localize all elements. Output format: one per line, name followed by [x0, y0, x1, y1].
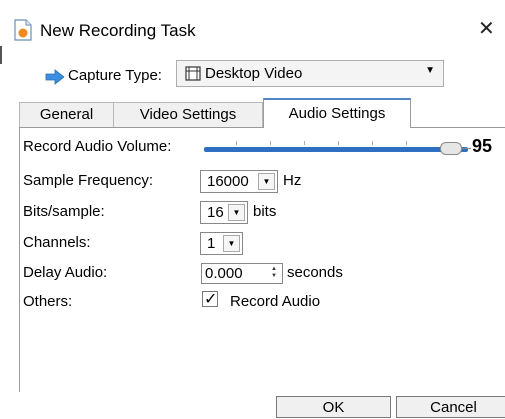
channels-label: Channels:: [23, 234, 91, 251]
record-audio-volume-label: Record Audio Volume:: [23, 138, 172, 155]
slider-tick: [270, 141, 271, 145]
cancel-button[interactable]: Cancel: [396, 396, 505, 418]
audio-settings-panel: [19, 127, 505, 392]
channels-select[interactable]: 1 ▼: [200, 232, 243, 255]
slider-end-line: [462, 148, 471, 149]
slider-tick: [236, 141, 237, 145]
bits-sample-value: 16: [207, 204, 224, 221]
delay-audio-unit: seconds: [287, 264, 343, 281]
volume-slider-track[interactable]: [204, 147, 468, 152]
others-label: Others:: [23, 293, 73, 310]
ok-button[interactable]: OK: [276, 396, 391, 418]
chevron-down-icon: ▼: [258, 173, 275, 190]
record-audio-label[interactable]: Record Audio: [230, 293, 320, 310]
recording-app-icon: [14, 19, 32, 41]
tab-general[interactable]: General: [19, 102, 114, 127]
sample-frequency-label: Sample Frequency:: [23, 172, 154, 189]
tab-video-settings[interactable]: Video Settings: [113, 102, 263, 127]
window-title: New Recording Task: [40, 21, 196, 40]
spinner-arrows-icon[interactable]: ▲ ▼: [268, 266, 280, 281]
slider-tick: [304, 141, 305, 145]
slider-tick: [338, 141, 339, 145]
sample-frequency-unit: Hz: [283, 172, 302, 189]
capture-type-label: Capture Type:: [68, 67, 162, 84]
chevron-down-icon: ▼: [228, 204, 245, 221]
arrow-right-icon: [45, 69, 65, 85]
window-edge-marker: [0, 46, 2, 64]
close-icon[interactable]: ✕: [478, 19, 495, 39]
slider-tick: [372, 141, 373, 145]
capture-type-select[interactable]: Desktop Video ▼: [176, 60, 444, 87]
volume-value: 95: [472, 136, 493, 156]
channels-value: 1: [207, 235, 216, 252]
chevron-down-icon: ▼: [223, 235, 240, 252]
sample-frequency-select[interactable]: 16000 ▼: [200, 170, 278, 193]
checkmark-icon: ✓: [204, 291, 218, 308]
capture-type-value: Desktop Video: [205, 65, 303, 82]
delay-audio-value: 0.000: [205, 265, 243, 282]
chevron-down-icon: ▼: [425, 65, 435, 76]
delay-audio-label: Delay Audio:: [23, 264, 108, 281]
slider-tick: [406, 141, 407, 145]
record-audio-checkbox[interactable]: ✓: [202, 291, 218, 308]
tab-audio-settings[interactable]: Audio Settings: [263, 98, 411, 128]
bits-sample-unit: bits: [253, 203, 277, 220]
bits-sample-select[interactable]: 16 ▼: [200, 201, 248, 224]
sample-frequency-value: 16000: [207, 173, 249, 190]
delay-audio-spinner[interactable]: 0.000 ▲ ▼: [201, 263, 283, 284]
bits-sample-label: Bits/sample:: [23, 203, 105, 220]
film-icon: [185, 66, 201, 81]
volume-slider-thumb[interactable]: [440, 142, 462, 155]
